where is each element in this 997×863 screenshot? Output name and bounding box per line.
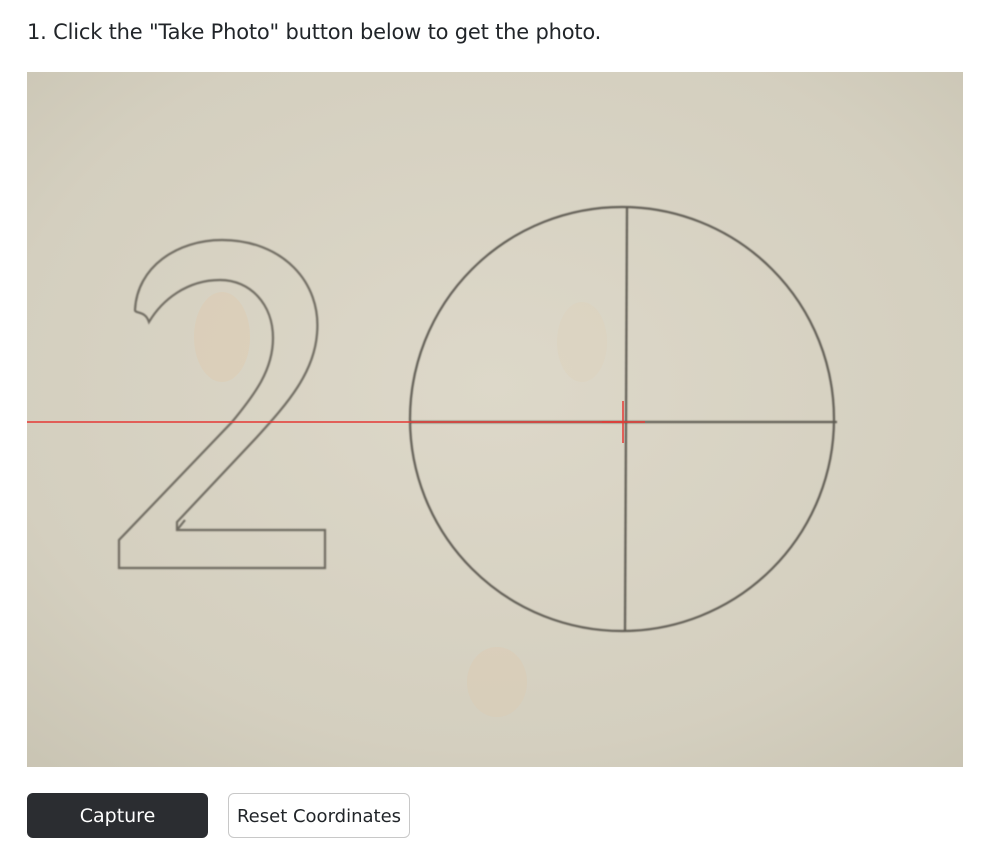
reset-coordinates-button[interactable]: Reset Coordinates: [228, 793, 410, 838]
captured-photo-image: [27, 72, 963, 767]
captured-photo[interactable]: [27, 72, 963, 767]
instruction-text: 1. Click the "Take Photo" button below t…: [27, 20, 602, 44]
capture-button[interactable]: Capture: [27, 793, 208, 838]
